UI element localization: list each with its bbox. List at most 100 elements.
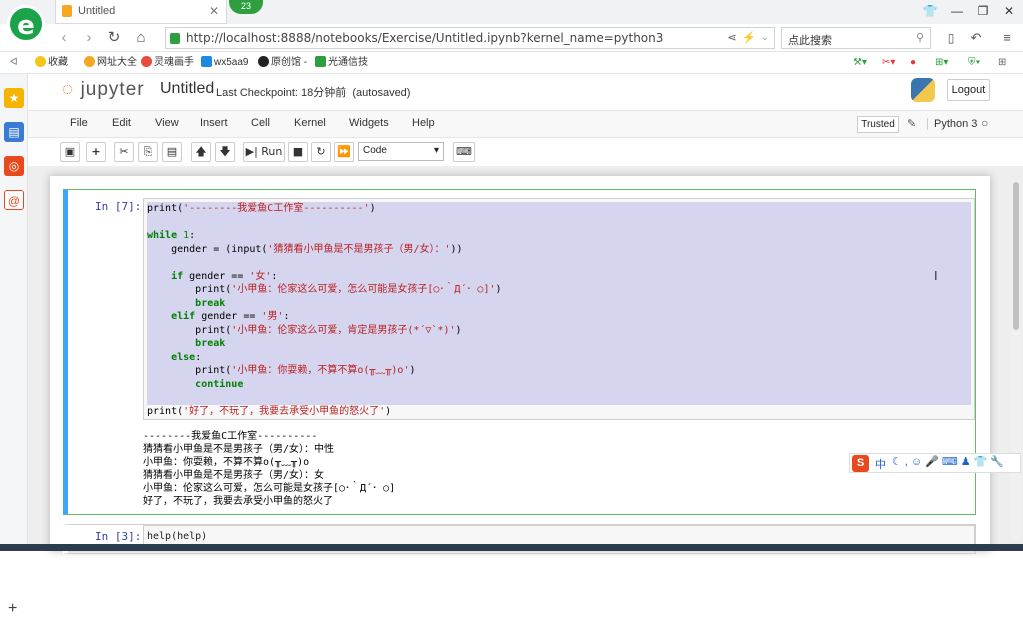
ime-tools-icons[interactable]: ☾,☺🎤⌨♟👕🔧 [892, 455, 1007, 468]
code-cell-selected[interactable]: In [7]: print('--------我爱鱼C工作室----------… [63, 189, 976, 515]
close-window-button[interactable]: ✕ [999, 4, 1019, 20]
menu-kernel[interactable]: Kernel [294, 117, 326, 129]
menu-file[interactable]: File [70, 117, 88, 129]
ime-toolbar[interactable]: S 中 ☾,☺🎤⌨♟👕🔧 [849, 453, 1021, 473]
input-prompt: In [3]: [95, 530, 142, 543]
home-icon[interactable]: ⌂ [132, 29, 150, 47]
game-icon[interactable]: ⊞▾ [935, 56, 948, 70]
trusted-badge[interactable]: Trusted [857, 116, 899, 133]
bookmark-original[interactable]: 原创馆 - [258, 56, 307, 70]
code-line: continue [147, 377, 971, 391]
code-line: print('--------我爱鱼C工作室----------') [147, 202, 971, 216]
extension-icon[interactable]: ⚒▾ [853, 56, 867, 70]
favorites-star-icon[interactable]: ★ [4, 88, 24, 108]
run-button[interactable]: ▶| Run [243, 142, 285, 162]
bookmark-site-directory[interactable]: 网址大全 [84, 56, 137, 70]
bookmark-painter[interactable]: 灵魂画手 [141, 56, 194, 70]
notes-icon[interactable]: ▤ [4, 122, 24, 142]
scissors-icon[interactable]: ✂▾ [882, 56, 895, 70]
save-button[interactable]: ▣ [60, 142, 80, 162]
output-line: 猜猜看小甲鱼是不是男孩子（男/女）：中性 [143, 444, 335, 455]
add-sidebar-icon[interactable]: + [8, 600, 17, 618]
code-line: else: [147, 350, 971, 364]
cut-button[interactable]: ✂ [114, 142, 134, 162]
fast-forward-button[interactable]: ⏩ [334, 142, 354, 162]
paste-button[interactable]: ▤ [162, 142, 182, 162]
output-line: 好了，不玩了，我要去承受小甲鱼的怒火了 [143, 496, 333, 507]
browser-tab[interactable]: Untitled ✕ [55, 0, 227, 24]
code-line [147, 256, 971, 270]
browser-titlebar: Untitled ✕ 23 👕 — ❐ ✕ [0, 0, 1023, 24]
code-editor[interactable]: print('--------我爱鱼C工作室----------') while… [143, 198, 975, 420]
chevron-down-icon: ▾ [433, 145, 439, 156]
forward-icon[interactable]: › [80, 29, 98, 47]
url-text: http://localhost:8888/notebooks/Exercise… [186, 31, 664, 45]
restart-button[interactable]: ↻ [311, 142, 331, 162]
move-up-button[interactable]: 🡅 [191, 142, 211, 162]
menu-edit[interactable]: Edit [112, 117, 131, 129]
search-input[interactable]: 点此搜索 ⚲ [781, 27, 931, 49]
code-line: print('好了，不玩了，我要去承受小甲鱼的怒火了') [147, 405, 392, 417]
ime-mode[interactable]: 中 [875, 456, 886, 472]
cell-type-select[interactable]: Code ▾ [358, 142, 444, 161]
keyboard-icon[interactable]: ⌨ [453, 142, 475, 162]
menu-view[interactable]: View [155, 117, 179, 129]
menu-icon[interactable]: ≡ [998, 29, 1016, 47]
code-line: while 1: [147, 229, 971, 243]
menu-widgets[interactable]: Widgets [349, 117, 389, 129]
notification-badge[interactable]: 23 [229, 0, 263, 14]
python-logo-icon [911, 78, 935, 102]
cell-output: --------我爱鱼C工作室---------- 猜猜看小甲鱼是不是男孩子（男/… [143, 430, 395, 508]
kernel-name: Python 3 [927, 118, 977, 130]
code-line: gender = (input('猜猜看小甲鱼是不是男孩子（男/女）：')) [147, 242, 971, 256]
bookmark-optical[interactable]: 光通信技 [315, 56, 368, 70]
share-icon[interactable]: ⋖ [723, 29, 741, 47]
apps-grid-icon[interactable]: ⊞ [998, 56, 1006, 70]
close-tab-icon[interactable]: ✕ [209, 4, 219, 18]
optical-icon [315, 56, 326, 67]
minimize-button[interactable]: — [947, 4, 967, 20]
shield-icon[interactable]: ⛨▾ [968, 56, 980, 70]
undo-icon[interactable]: ↶ [967, 29, 985, 47]
original-icon [258, 56, 269, 67]
code-line: print('小甲鱼：伦家这么可爱，肯定是男孩子(*´▽`*)') [147, 323, 971, 337]
code-line: break [147, 296, 971, 310]
address-toolbar: ‹ › ↻ ⌂ http://localhost:8888/notebooks/… [0, 24, 1023, 52]
stop-button[interactable]: ■ [288, 142, 308, 162]
url-input[interactable]: http://localhost:8888/notebooks/Exercise… [165, 27, 775, 49]
mobile-icon[interactable]: ▯ [942, 29, 960, 47]
jupyter-logo[interactable]: ◌ jupyter [62, 79, 145, 101]
skin-icon[interactable]: 👕 [920, 4, 940, 20]
edit-pencil-icon[interactable]: ✎ [907, 117, 916, 130]
pin-icon[interactable]: ● [910, 56, 916, 70]
code-line: print('小甲鱼：伦家这么可爱，怎么可能是女孩子[○･｀Д´･ ○]') [147, 283, 971, 297]
notebook-name[interactable]: Untitled [160, 80, 214, 98]
bookmark-wx[interactable]: wx5aa9 [201, 56, 248, 70]
collapse-sidebar-icon[interactable]: ᐊ [10, 56, 18, 70]
logout-button[interactable]: Logout [947, 79, 990, 101]
restore-button[interactable]: ❐ [973, 4, 993, 20]
back-icon[interactable]: ‹ [55, 29, 73, 47]
bookmark-favorites[interactable]: 收藏 [35, 56, 68, 70]
chevron-down-icon[interactable]: ⌄ [756, 29, 774, 47]
text-cursor-icon: I [934, 268, 938, 283]
menu-cell[interactable]: Cell [251, 117, 270, 129]
output-line: 小甲鱼：你耍赖，不算不算o(╥﹏╥)o [143, 457, 310, 468]
menu-insert[interactable]: Insert [200, 117, 228, 129]
insert-cell-button[interactable]: + [86, 142, 106, 162]
jupyter-header: ◌ jupyter Untitled Last Checkpoint: 18分钟… [28, 74, 1023, 110]
weibo-icon[interactable]: ◎ [4, 156, 24, 176]
code-line: if gender == '女': [147, 269, 971, 283]
move-down-button[interactable]: 🡇 [215, 142, 235, 162]
menu-help[interactable]: Help [412, 117, 435, 129]
reload-icon[interactable]: ↻ [105, 29, 123, 47]
taskbar [0, 544, 1023, 551]
notebook-tab-icon [62, 5, 72, 17]
mail-icon[interactable]: @ [4, 190, 24, 210]
scrollbar-thumb[interactable] [1013, 182, 1019, 330]
copy-button[interactable]: ⎘ [138, 142, 158, 162]
page-icon [201, 56, 212, 67]
browser-logo-icon[interactable]: e [7, 5, 45, 43]
output-line: 猜猜看小甲鱼是不是男孩子（男/女）：女 [143, 470, 325, 481]
search-icon[interactable]: ⚲ [916, 31, 924, 44]
